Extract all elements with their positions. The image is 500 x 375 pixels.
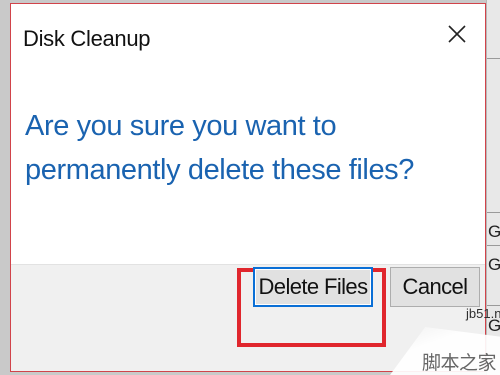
dialog-title: Disk Cleanup (23, 26, 151, 51)
background-text: G (488, 316, 500, 335)
background-divider (487, 58, 500, 59)
close-button[interactable] (429, 4, 485, 64)
background-text: G (488, 255, 500, 274)
background-text: G (488, 222, 500, 241)
background-divider (487, 305, 500, 306)
confirmation-message: Are you sure you want to permanently del… (25, 110, 415, 186)
cancel-button[interactable]: Cancel (390, 267, 480, 307)
background-divider (487, 245, 500, 246)
close-icon (448, 25, 466, 43)
background-divider (487, 212, 500, 213)
dialog-button-bar: Delete Files Cancel (11, 264, 485, 371)
disk-cleanup-dialog: Disk Cleanup Are you sure you want to pe… (10, 3, 486, 372)
dialog-titlebar[interactable]: Disk Cleanup (11, 4, 485, 64)
delete-files-button[interactable]: Delete Files (253, 267, 373, 307)
